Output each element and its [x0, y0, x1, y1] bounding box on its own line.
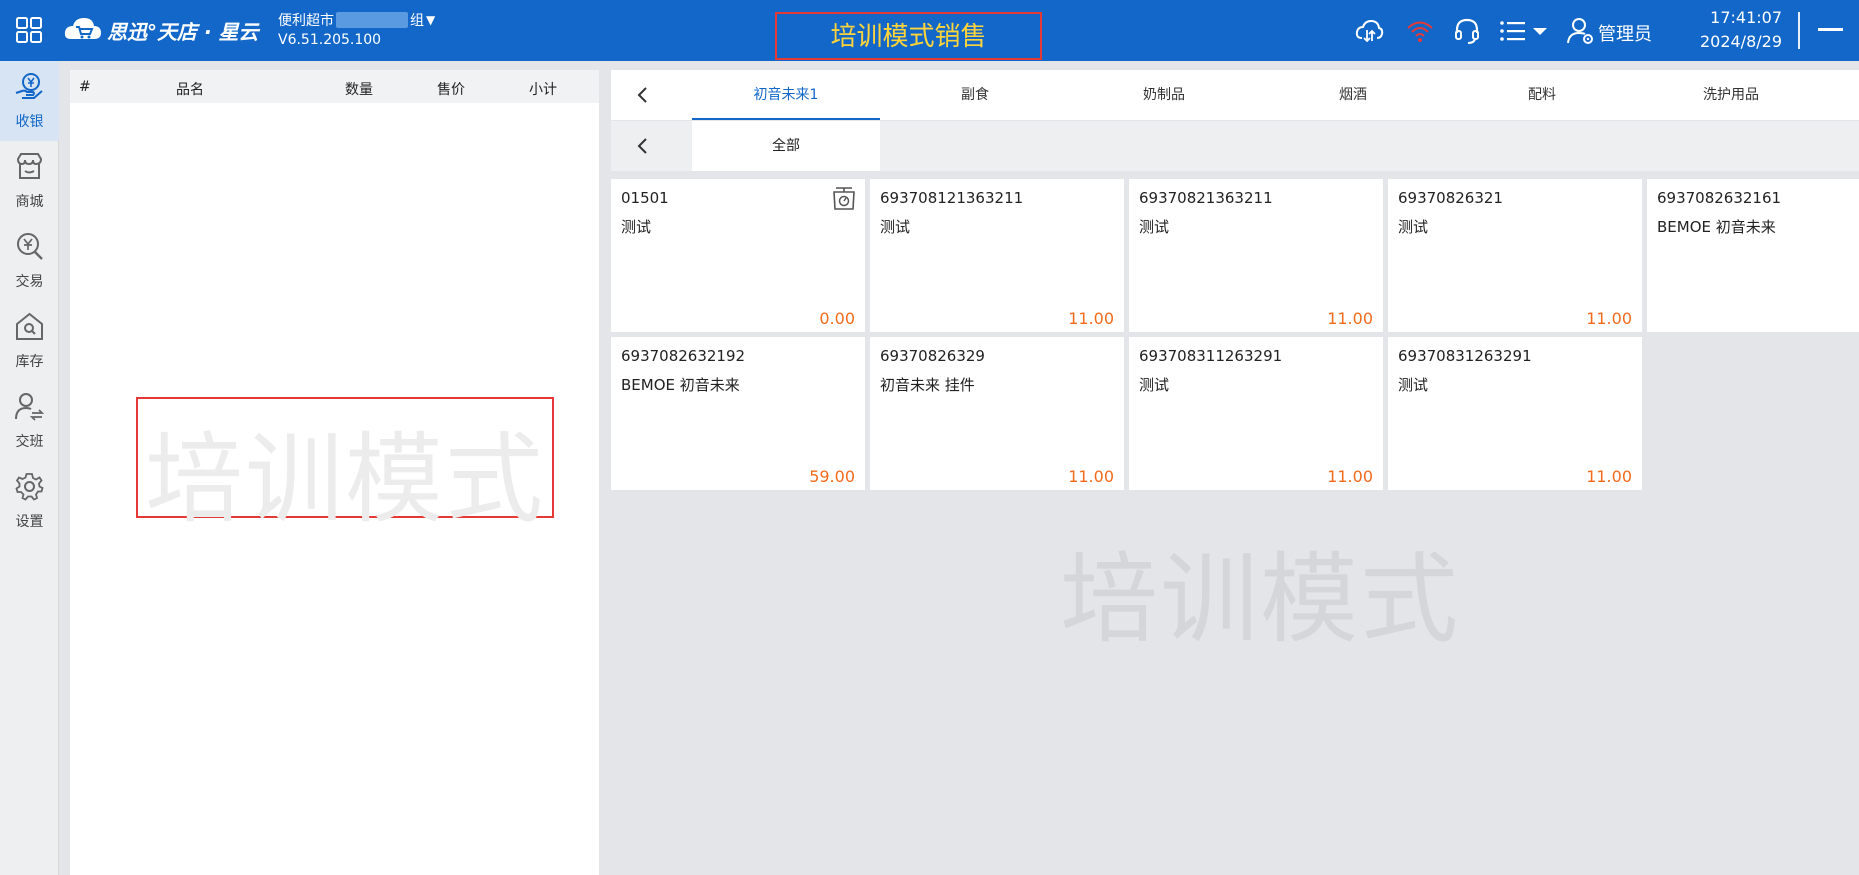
scale-icon [833, 187, 855, 210]
product-price: 59.00 [809, 467, 855, 486]
tab-category[interactable]: 配料 [1448, 70, 1636, 120]
minimize-icon[interactable] [1818, 28, 1843, 31]
product-price: 11.00 [1068, 467, 1114, 486]
product-name: BEMOE 初音未来 [1657, 218, 1776, 236]
tab-category[interactable]: 洗护用品 [1637, 70, 1825, 120]
tab-category[interactable]: 副食 [881, 70, 1069, 120]
product-code: 69370831263291 [1398, 347, 1532, 365]
cashier-icon [15, 73, 43, 99]
product-card[interactable]: 01501 测试 0.00 [611, 179, 865, 332]
product-name: 测试 [1139, 376, 1170, 394]
sidebar-item-cashier[interactable]: 收银 [0, 61, 59, 141]
clock-date: 2024/8/29 [1699, 32, 1782, 51]
store-name-suffix: 组 [410, 13, 424, 29]
subcategory-tabs: 全部 [611, 121, 1859, 171]
product-price: 11.00 [1586, 467, 1632, 486]
sidebar-item-label: 商城 [15, 194, 44, 210]
wifi-icon[interactable] [1405, 16, 1435, 46]
brand-name: 思迅°天店 · 星云 [107, 19, 259, 44]
product-card[interactable]: 69370831263291 测试 11.00 [1388, 337, 1642, 490]
yuan-search-icon [17, 233, 43, 260]
sidebar-item-label: 设置 [15, 514, 44, 530]
store-name-redacted [336, 12, 408, 28]
product-price: 11.00 [1327, 309, 1373, 328]
sidebar-item-settings[interactable]: 设置 [0, 461, 59, 541]
tabs-prev-button[interactable] [611, 70, 691, 120]
cart-header: # 品名 数量 售价 小计 [70, 70, 599, 103]
product-price: 11.00 [1586, 309, 1632, 328]
chevron-left-icon [637, 87, 647, 103]
sidebar-item-shift[interactable]: 交班 [0, 381, 59, 461]
app-grid-icon[interactable] [15, 16, 43, 44]
mode-title: 培训模式销售 [830, 22, 987, 52]
product-code: 69370826321 [1398, 189, 1503, 207]
chevron-left-icon [637, 138, 647, 154]
version-label: V6.51.205.100 [278, 32, 382, 48]
sidebar-item-label: 收银 [15, 114, 44, 130]
store-icon [16, 153, 43, 179]
cloud-cart-logo-icon [64, 18, 101, 39]
col-price: 售价 [437, 82, 465, 98]
col-name: 品名 [176, 82, 204, 98]
sidebar: 收银 商城 交易 库存 交班 设置 [0, 61, 59, 875]
product-code: 69370826329 [880, 347, 985, 365]
product-price: 0.00 [819, 309, 855, 328]
subtab-all[interactable]: 全部 [692, 121, 880, 171]
headset-support-icon[interactable] [1452, 16, 1482, 46]
top-bar: 思迅°天店 · 星云 便利超市 组 ▼ V6.51.205.100 培训模式销售… [0, 0, 1859, 61]
product-code: 69370821363211 [1139, 189, 1273, 207]
product-code: 6937082632192 [621, 347, 746, 365]
product-code: 01501 [621, 189, 669, 207]
menu-list-icon[interactable] [1498, 16, 1550, 46]
sidebar-item-inventory[interactable]: 库存 [0, 301, 59, 381]
product-name: 测试 [621, 218, 652, 236]
product-name: BEMOE 初音未来 [621, 376, 740, 394]
product-card[interactable]: 693708121363211 测试 11.00 [870, 179, 1124, 332]
gear-icon [15, 473, 44, 501]
header-divider [1798, 12, 1800, 49]
shift-icon [15, 393, 45, 421]
product-card[interactable]: 6937082632161 BEMOE 初音未来 [1647, 179, 1859, 332]
product-code: 693708121363211 [880, 189, 1024, 207]
sidebar-item-label: 交易 [15, 274, 44, 290]
sidebar-item-label: 库存 [15, 354, 44, 370]
tab-category[interactable]: 奶制品 [1070, 70, 1258, 120]
col-qty: 数量 [345, 82, 373, 98]
caret-down-icon: ▼ [426, 13, 436, 27]
warehouse-icon [16, 312, 43, 340]
admin-user-icon[interactable] [1566, 16, 1596, 46]
sidebar-item-store[interactable]: 商城 [0, 141, 59, 221]
col-subtotal: 小计 [529, 82, 557, 98]
category-tabs: 初音未来1 副食 奶制品 烟酒 配料 洗护用品 [611, 70, 1859, 120]
product-name: 测试 [1398, 218, 1429, 236]
product-card[interactable]: 693708311263291 测试 11.00 [1129, 337, 1383, 490]
tab-category[interactable]: 烟酒 [1259, 70, 1447, 120]
training-watermark: 培训模式 [144, 423, 545, 537]
brand-logo: 思迅°天店 · 星云 [63, 14, 259, 46]
sidebar-item-label: 交班 [15, 434, 44, 450]
product-name: 测试 [1398, 376, 1429, 394]
tab-category[interactable]: 初音未来1 [692, 70, 880, 120]
sidebar-item-transactions[interactable]: 交易 [0, 221, 59, 301]
product-card[interactable]: 6937082632192 BEMOE 初音未来 59.00 [611, 337, 865, 490]
product-name: 初音未来 挂件 [880, 376, 975, 394]
product-card[interactable]: 69370826321 测试 11.00 [1388, 179, 1642, 332]
store-selector[interactable]: 便利超市 组 ▼ [278, 10, 435, 30]
product-code: 693708311263291 [1139, 347, 1283, 365]
product-card[interactable]: 69370821363211 测试 11.00 [1129, 179, 1383, 332]
product-price: 11.00 [1327, 467, 1373, 486]
store-name-prefix: 便利超市 [278, 13, 334, 29]
product-name: 测试 [1139, 218, 1170, 236]
product-card[interactable]: 69370826329 初音未来 挂件 11.00 [870, 337, 1124, 490]
training-watermark: 培训模式 [1060, 543, 1461, 657]
product-price: 11.00 [1068, 309, 1114, 328]
product-name: 测试 [880, 218, 911, 236]
subtabs-prev-button[interactable] [611, 121, 691, 171]
admin-label[interactable]: 管理员 [1598, 20, 1652, 46]
product-code: 6937082632161 [1657, 189, 1782, 207]
cloud-sync-icon[interactable] [1354, 16, 1384, 46]
clock-time: 17:41:07 [1710, 8, 1782, 27]
col-index: # [79, 79, 91, 95]
